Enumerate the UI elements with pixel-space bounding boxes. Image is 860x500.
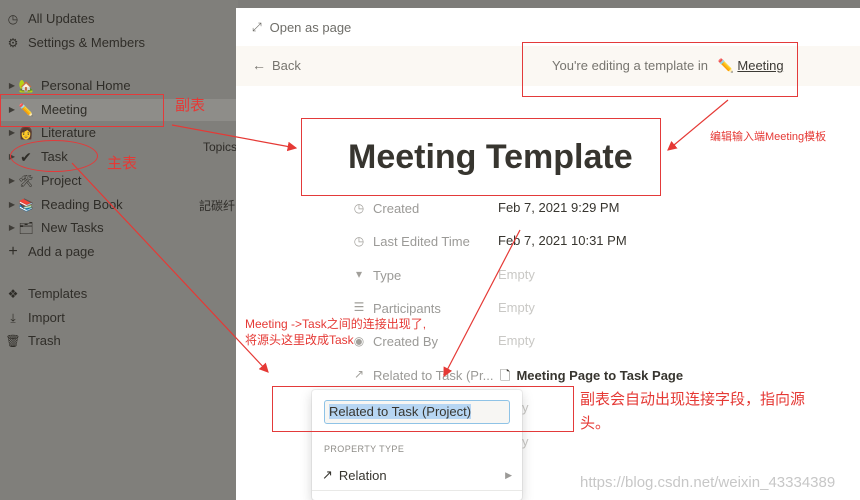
property-label-related-task[interactable]: Related to Task (Pr...: [373, 368, 493, 383]
sidebar-item-new-tasks[interactable]: ▶ 🗂 New Tasks: [0, 217, 238, 239]
sidebar-item-templates[interactable]: ❖ Templates: [0, 283, 238, 305]
property-label-last-edited[interactable]: Last Edited Time: [373, 234, 470, 249]
annotation-box-input: [272, 386, 574, 432]
trash-icon: 🗑: [5, 334, 21, 348]
property-label-created[interactable]: Created: [373, 201, 419, 216]
plus-icon: +: [8, 243, 18, 260]
person-circle-icon: ◉: [353, 334, 365, 348]
open-as-page-button[interactable]: ⤢ Open as page: [236, 8, 860, 46]
property-value-type[interactable]: Empty: [498, 267, 535, 282]
relation-arrow-icon: ↗: [322, 467, 333, 482]
property-value-created: Feb 7, 2021 9:29 PM: [498, 200, 620, 215]
property-value-last-edited: Feb 7, 2021 10:31 PM: [498, 233, 627, 248]
sidebar-item-import[interactable]: ⤓ Import: [0, 307, 238, 329]
background-snippet: 記碳纤: [199, 199, 236, 213]
annotation-box-title: [301, 118, 661, 196]
property-value-created-by: Empty: [498, 333, 535, 348]
annotation-auto-field-1: 副表会自动出现连接字段，指向源: [580, 391, 806, 408]
annotation-box-template-notice: [522, 42, 798, 97]
property-label-type[interactable]: Type: [373, 268, 401, 283]
books-icon: 📚: [18, 198, 34, 212]
templates-icon: ❖: [7, 287, 19, 301]
property-label-created-by[interactable]: Created By: [373, 334, 438, 349]
expand-triangle-icon[interactable]: ▶: [7, 217, 17, 239]
property-type-heading: PROPERTY TYPE: [324, 444, 405, 454]
expand-triangle-icon[interactable]: ▶: [7, 194, 17, 216]
annotation-main-table: 主表: [107, 155, 138, 172]
hidden-empty-value: y: [522, 434, 529, 449]
annotation-auto-field-2: 头。: [580, 415, 611, 432]
tools-icon: 🛠: [18, 174, 34, 188]
add-page-button[interactable]: + Add a page: [0, 241, 238, 263]
expand-triangle-icon[interactable]: ▶: [7, 170, 17, 192]
property-value-participants[interactable]: Empty: [498, 300, 535, 315]
annotation-box-meeting: [0, 94, 164, 127]
sidebar-item-trash[interactable]: 🗑 Trash: [0, 330, 238, 352]
clock-icon: ◷: [7, 12, 19, 26]
watermark: https://blog.csdn.net/weixin_43334389: [580, 474, 836, 491]
annotation-subtable: 副表: [175, 97, 206, 114]
annotation-edit-note: 编辑输入端Meeting模板: [710, 131, 827, 143]
chevron-right-icon: ▶: [505, 469, 512, 480]
import-icon: ⤓: [10, 311, 16, 325]
clock-icon: ◷: [353, 234, 365, 248]
folder-icon: 🗂: [18, 221, 34, 235]
sidebar-item-all-updates[interactable]: ◷ All Updates: [0, 8, 238, 30]
background-topics-label: Topics: [203, 140, 238, 154]
select-icon: ▾: [355, 267, 363, 281]
expand-diagonal-icon: ⤢: [252, 19, 262, 34]
arrow-left-icon: ←: [252, 57, 266, 73]
page-icon: 🗋: [500, 368, 511, 383]
divider: [312, 490, 522, 491]
property-label-participants[interactable]: Participants: [373, 301, 441, 316]
sidebar: ◷ All Updates ⚙ Settings & Members ▶ 🏡 P…: [0, 0, 238, 500]
sidebar-item-settings[interactable]: ⚙ Settings & Members: [0, 32, 238, 54]
annotation-link-note-2: 将源头这里改成Task: [245, 333, 354, 347]
clock-icon: ◷: [353, 201, 365, 215]
list-icon: ☰: [353, 300, 365, 314]
back-button[interactable]: ← Back: [252, 57, 301, 73]
relation-arrow-icon: ↗: [353, 367, 365, 381]
property-type-selector[interactable]: ↗ Relation ▶: [322, 464, 512, 486]
annotation-link-note-1: Meeting ->Task之间的连接出现了,: [245, 317, 427, 331]
sidebar-item-project[interactable]: ▶ 🛠 Project: [0, 170, 238, 192]
annotation-ellipse-task: [10, 140, 98, 172]
gear-icon: ⚙: [7, 36, 19, 50]
